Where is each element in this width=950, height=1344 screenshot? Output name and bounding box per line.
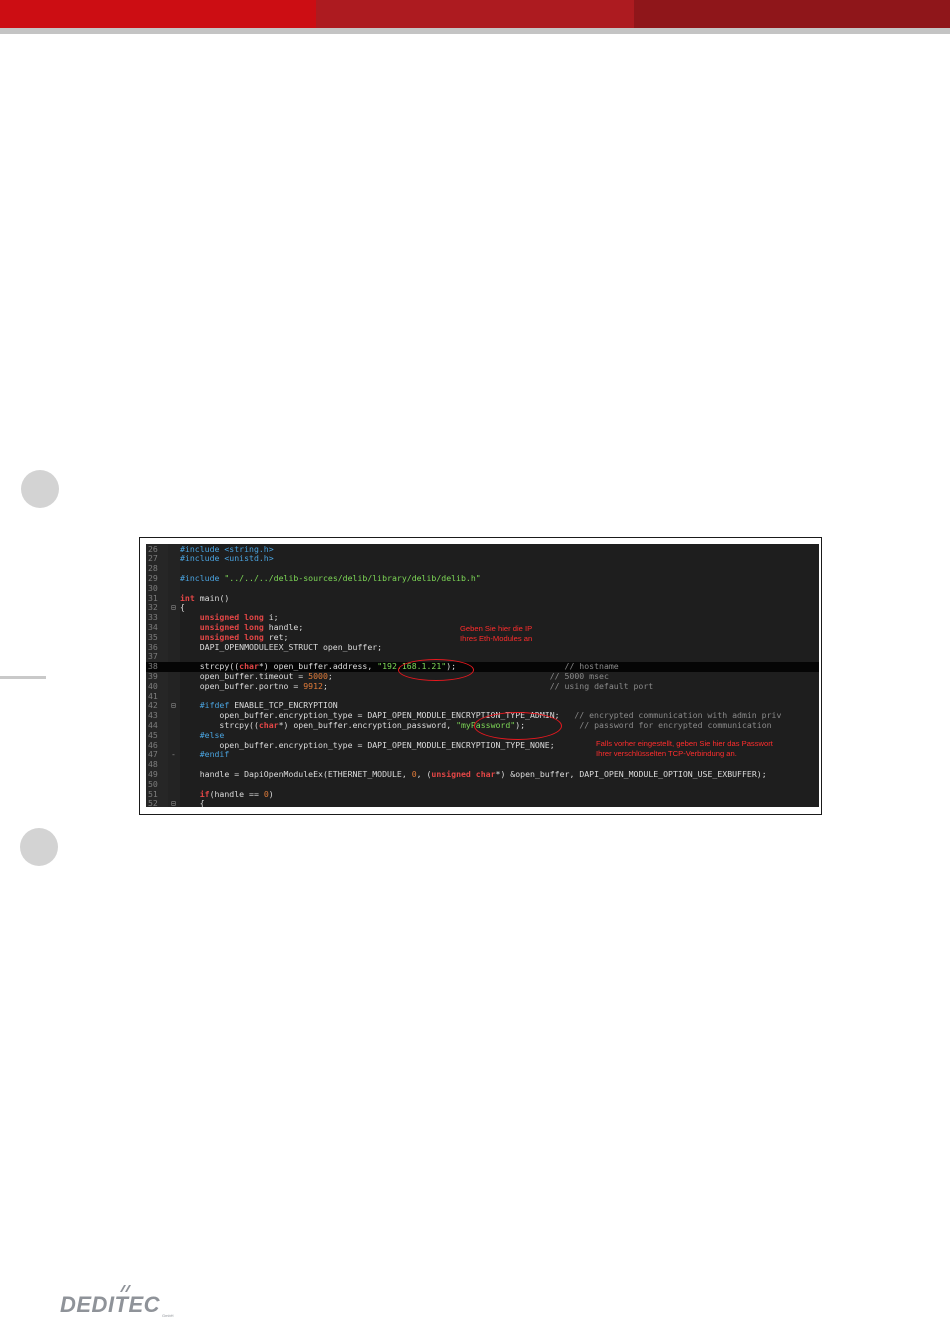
header-underline [0,28,950,34]
code-token: unsigned long [199,631,264,642]
code-text: { [180,798,205,807]
code-line: 52 ⊟ { [146,798,819,807]
code-text: #include "../../../delib-sources/delib/l… [180,572,481,584]
code-token: handle = DapiOpenModuleEx(ETHERNET_MODUL… [180,768,412,779]
code-token: DAPI_OPENMODULEEX_STRUCT open_buffer; [180,641,383,652]
code-token: i; [263,612,279,623]
logo-subtext: GmbH [162,1313,174,1318]
code-token: #endif [180,749,230,760]
line-number: 35 [148,631,158,642]
code-line: 40 open_buffer.portno = 9912; // using d… [146,680,819,692]
code-token: char [258,719,279,730]
code-token: main() [194,592,230,603]
password-annotation: Falls vorher eingestellt, geben Sie hier… [596,739,773,759]
code-token: { [180,602,185,613]
code-token: handle; [263,621,304,632]
code-text: open_buffer.portno = 9912; // using defa… [180,680,654,692]
code-text: int main() [180,592,230,604]
code-token: #include [180,572,225,583]
code-token: open_buffer.encryption_type = DAPI_OPEN_… [180,739,555,750]
line-number: 45 [148,729,158,740]
code-line: 29 #include "../../../delib-sources/delib… [146,572,819,584]
step-marker-1 [21,470,59,508]
code-line: 51 if(handle == 0) [146,788,819,800]
code-token: 9912 [303,680,323,691]
code-token: int [180,592,195,603]
code-token: #ifdef [180,700,230,711]
code-token: ret; [263,631,289,642]
fold-marker: ⊟ [171,602,176,613]
ip-annotation-line-2: Ihres Eth-Modules an [460,634,533,643]
code-token: *) &open_buffer, DAPI_OPEN_MODULE_OPTION… [495,768,767,779]
code-token: 5000 [308,670,328,681]
code-token: // 5000 msec [549,670,609,681]
line-number: 52 [148,798,158,807]
logo-accent-icon [120,1285,131,1292]
code-token: ) [268,788,274,799]
code-token: , ( [416,768,432,779]
header-bar-segment-left [0,0,316,28]
code-token: if [199,788,210,799]
code-token: ; [322,680,550,691]
code-line: 30 [146,582,819,594]
code-line: 27 #include <unistd.h> [146,553,819,564]
line-number: 50 [148,778,158,789]
code-token: unsigned long [199,621,264,632]
line-number: 30 [148,582,158,593]
code-text: DAPI_OPENMODULEEX_STRUCT open_buffer; [180,641,383,653]
step-marker-2 [20,828,58,866]
header-bar-segment-right [634,0,950,28]
logo-wordmark: DEDITEC [60,1292,161,1317]
password-annotation-line-1: Falls vorher eingestellt, geben Sie hier… [596,739,773,748]
code-token: "../../../delib-sources/delib/library/de… [224,572,481,583]
code-token: open_buffer.portno = [180,680,304,691]
code-token: #include <unistd.h> [180,553,274,564]
code-token: { [180,798,205,807]
ip-highlight-circle [398,659,474,681]
code-token: *) open_buffer.encryption_password, [278,719,457,730]
fold-marker: ⊟ [171,798,176,807]
fold-marker: - [171,749,176,760]
code-token: strcpy(( [180,719,259,730]
code-screenshot: 26 #include <string.h> 27 #include <unistd.… [139,537,822,815]
code-token: #include <string.h> [180,544,274,554]
code-token: ENABLE_TCP_ENCRYPTION [229,700,338,711]
ip-annotation: Geben Sie hier die IP Ihres Eth-Modules … [460,624,532,644]
code-text: open_buffer.encryption_type = DAPI_OPEN_… [180,739,555,751]
code-token: strcpy(( [180,661,240,672]
password-annotation-line-2: Ihrer verschlüsselten TCP-Verbindung an. [596,749,737,758]
code-token: (handle == [209,788,264,799]
header-color-bar [0,0,950,28]
code-token: // encrypted communication with admin pr… [574,710,782,721]
code-token: // hostname [564,661,619,672]
code-token: char [239,661,259,672]
code-token: #else [180,729,225,740]
code-line: 49 handle = DapiOpenModuleEx(ETHERNET_MO… [146,768,819,780]
code-editor: 26 #include <string.h> 27 #include <unistd.… [146,544,819,807]
deditec-logo: DEDITEC GmbH [60,1285,180,1326]
line-number: 40 [148,680,158,691]
fold-marker: ⊟ [171,700,176,711]
code-text: #endif [180,749,230,760]
code-line: 31 int main() [146,592,819,604]
code-text: handle = DapiOpenModuleEx(ETHERNET_MODUL… [180,768,767,780]
code-text: #include <unistd.h> [180,553,274,564]
code-token: // using default port [549,680,654,691]
header-bar-segment-middle [316,0,634,28]
code-token: open_buffer.timeout = [180,670,309,681]
code-token: // password for encrypted communication [579,719,772,730]
code-token: unsigned long [199,612,264,623]
code-token: *) open_buffer.address, [258,661,378,672]
code-token: unsigned char [431,768,496,779]
password-highlight-circle [474,712,562,740]
ip-annotation-line-1: Geben Sie hier die IP [460,624,533,633]
margin-rule [0,676,46,679]
